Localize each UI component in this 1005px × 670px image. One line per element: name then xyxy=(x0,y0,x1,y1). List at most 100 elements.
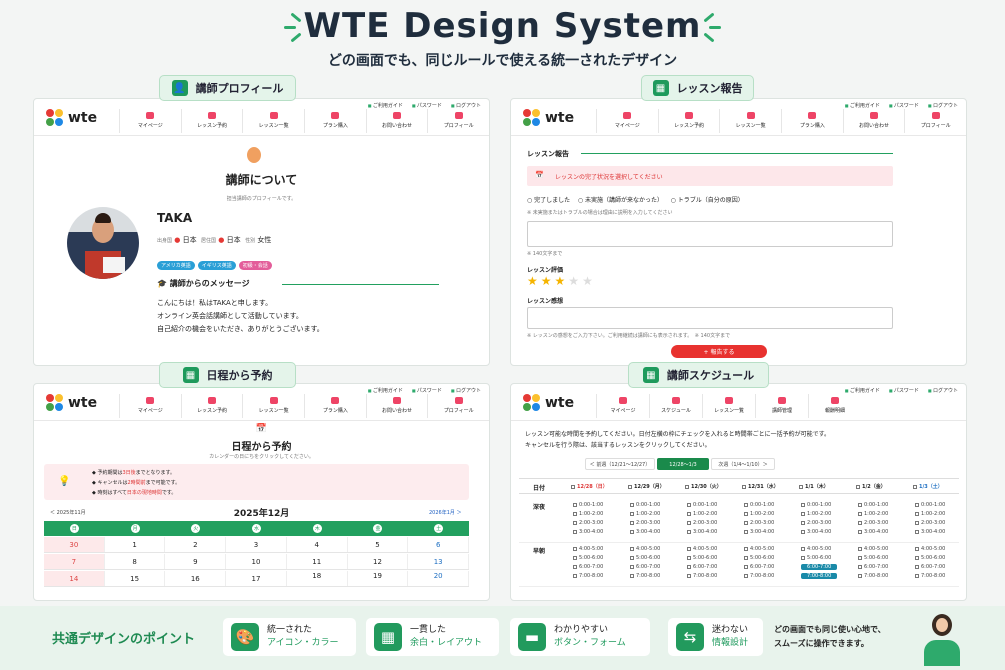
time-slot[interactable]: 4:00-5:00 xyxy=(687,546,717,552)
nav-lesson-booking[interactable]: レッスン予約 xyxy=(657,109,720,133)
logout-link[interactable]: ログアウト xyxy=(451,102,481,109)
calendar-day[interactable]: 9 xyxy=(165,554,227,569)
time-slot[interactable]: 3:00-4:00 xyxy=(915,529,945,535)
rating-stars[interactable]: ★ ★ ★ ★ ★ xyxy=(527,274,596,288)
guide-link[interactable]: ご利用ガイド xyxy=(845,102,880,109)
calendar-day[interactable]: 7 xyxy=(44,554,105,569)
time-slot[interactable]: 7:00-8:00 xyxy=(915,573,945,579)
time-slot[interactable]: 5:00-6:00 xyxy=(573,555,603,561)
nav-lesson-list[interactable]: レッスン一覧 xyxy=(242,109,304,133)
next-week-button[interactable]: 次週（1/4〜1/10）＞ xyxy=(711,458,775,470)
time-slot[interactable]: 3:00-4:00 xyxy=(573,529,603,535)
wte-logo[interactable]: wte xyxy=(46,109,97,127)
calendar-day[interactable]: 3 xyxy=(226,537,287,552)
nav-mypage[interactable]: マイページ xyxy=(596,394,649,418)
star-icon[interactable]: ★ xyxy=(527,274,538,288)
time-slot[interactable]: 2:00-3:00 xyxy=(744,520,774,526)
time-slot[interactable]: 1:00-2:00 xyxy=(687,511,717,517)
nav-lesson-list[interactable]: レッスン一覧 xyxy=(702,394,755,418)
nav-profile[interactable]: プロフィール xyxy=(427,109,489,133)
wte-logo[interactable]: wte xyxy=(523,394,574,412)
time-slot[interactable]: 4:00-5:00 xyxy=(801,546,831,552)
comment-textarea[interactable] xyxy=(527,307,893,329)
wte-logo[interactable]: wte xyxy=(523,109,574,127)
schedule-day-header[interactable]: 12/30（火） xyxy=(685,483,722,490)
password-link[interactable]: パスワード xyxy=(889,102,919,109)
time-slot[interactable]: 5:00-6:00 xyxy=(687,555,717,561)
time-slot[interactable]: 7:00-8:00 xyxy=(687,573,717,579)
option-completed[interactable]: ○ 完了しました xyxy=(527,197,570,204)
star-icon[interactable]: ★ xyxy=(568,274,579,288)
prev-week-button[interactable]: ＜ 前週（12/21〜12/27） xyxy=(585,458,655,470)
time-slot[interactable]: 6:00-7:00 xyxy=(915,564,945,570)
time-slot[interactable]: 6:00-7:00 xyxy=(687,564,717,570)
nav-schedule[interactable]: スケジュール xyxy=(649,394,702,418)
nav-plan[interactable]: プラン購入 xyxy=(304,394,366,418)
time-slot[interactable]: 4:00-5:00 xyxy=(630,546,660,552)
time-slot[interactable]: 0:00-1:00 xyxy=(801,502,831,508)
calendar-day[interactable]: 2 xyxy=(165,537,227,552)
schedule-day-header[interactable]: 12/28（日） xyxy=(571,483,608,490)
time-slot[interactable]: 0:00-1:00 xyxy=(687,502,717,508)
schedule-day-header[interactable]: 1/2（金） xyxy=(856,483,886,490)
calendar-day[interactable]: 18 xyxy=(287,571,348,586)
nav-contact[interactable]: お問い合わせ xyxy=(365,394,428,418)
time-slot[interactable]: 7:00-8:00 xyxy=(744,573,774,579)
password-link[interactable]: パスワード xyxy=(412,387,442,394)
calendar-day[interactable]: 13 xyxy=(408,554,470,569)
time-slot[interactable]: 7:00-8:00 xyxy=(858,573,888,579)
calendar-day[interactable]: 4 xyxy=(287,537,348,552)
calendar-day[interactable]: 5 xyxy=(348,537,409,552)
nav-contact[interactable]: お問い合わせ xyxy=(842,109,905,133)
calendar-day[interactable]: 11 xyxy=(287,554,348,569)
time-slot[interactable]: 1:00-2:00 xyxy=(630,511,660,517)
calendar-day[interactable]: 17 xyxy=(226,571,287,586)
guide-link[interactable]: ご利用ガイド xyxy=(845,387,880,394)
time-slot[interactable]: 2:00-3:00 xyxy=(687,520,717,526)
calendar-day[interactable]: 14 xyxy=(44,571,105,586)
calendar-day[interactable]: 15 xyxy=(105,571,166,586)
nav-plan[interactable]: プラン購入 xyxy=(304,109,366,133)
time-slot[interactable]: 3:00-4:00 xyxy=(858,529,888,535)
time-slot[interactable]: 0:00-1:00 xyxy=(915,502,945,508)
calendar-day[interactable]: 6 xyxy=(408,537,470,552)
time-slot[interactable]: 5:00-6:00 xyxy=(915,555,945,561)
guide-link[interactable]: ご利用ガイド xyxy=(368,102,403,109)
time-slot[interactable]: 2:00-3:00 xyxy=(915,520,945,526)
calendar-day[interactable]: 10 xyxy=(226,554,287,569)
time-slot[interactable]: 6:00-7:00 xyxy=(744,564,774,570)
nav-lesson-list[interactable]: レッスン一覧 xyxy=(242,394,304,418)
time-slot[interactable]: 6:00-7:00 xyxy=(630,564,660,570)
time-slot[interactable]: 0:00-1:00 xyxy=(858,502,888,508)
time-slot[interactable]: 1:00-2:00 xyxy=(801,511,831,517)
time-slot[interactable]: 7:00-8:00 xyxy=(630,573,660,579)
time-slot[interactable]: 5:00-6:00 xyxy=(858,555,888,561)
time-slot[interactable]: 3:00-4:00 xyxy=(801,529,831,535)
schedule-day-header[interactable]: 12/29（月） xyxy=(628,483,665,490)
nav-lesson-booking[interactable]: レッスン予約 xyxy=(180,109,243,133)
nav-mypage[interactable]: マイページ xyxy=(119,394,181,418)
schedule-day-header[interactable]: 1/3（土） xyxy=(913,483,943,490)
option-trouble[interactable]: ○ トラブル（自分の原因） xyxy=(671,197,744,204)
option-not-held[interactable]: ○ 未実施（講師が来なかった） xyxy=(578,197,663,204)
time-slot[interactable]: 0:00-1:00 xyxy=(630,502,660,508)
nav-contact[interactable]: お問い合わせ xyxy=(365,109,428,133)
time-slot[interactable]: 2:00-3:00 xyxy=(858,520,888,526)
time-slot[interactable]: 2:00-3:00 xyxy=(573,520,603,526)
logout-link[interactable]: ログアウト xyxy=(451,387,481,394)
nav-profile[interactable]: プロフィール xyxy=(904,109,966,133)
star-icon[interactable]: ★ xyxy=(555,274,566,288)
nav-mypage[interactable]: マイページ xyxy=(596,109,658,133)
time-slot[interactable]: 4:00-5:00 xyxy=(573,546,603,552)
schedule-day-header[interactable]: 1/1（木） xyxy=(799,483,829,490)
time-slot[interactable]: 5:00-6:00 xyxy=(744,555,774,561)
guide-link[interactable]: ご利用ガイド xyxy=(368,387,403,394)
time-slot[interactable]: 3:00-4:00 xyxy=(744,529,774,535)
calendar-day[interactable]: 20 xyxy=(408,571,470,586)
star-icon[interactable]: ★ xyxy=(541,274,552,288)
nav-teacher-admin[interactable]: 講師管理 xyxy=(755,394,808,418)
nav-payment[interactable]: 報酬明細 xyxy=(808,394,861,418)
time-slot[interactable]: 3:00-4:00 xyxy=(687,529,717,535)
time-slot[interactable]: 1:00-2:00 xyxy=(858,511,888,517)
calendar-day[interactable]: 30 xyxy=(44,537,105,552)
